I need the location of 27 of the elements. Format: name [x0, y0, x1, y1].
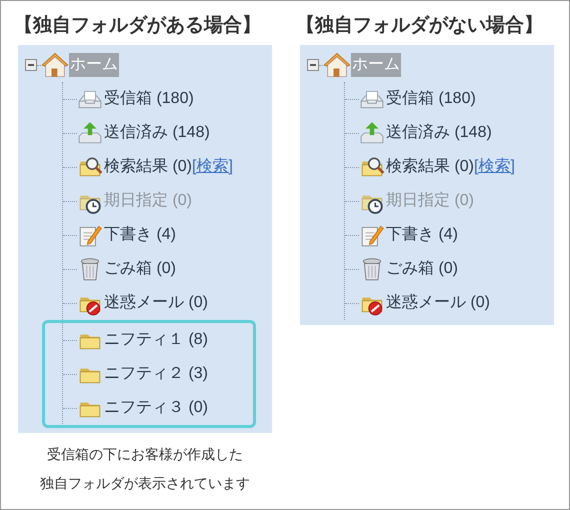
collapse-icon[interactable]: [25, 59, 37, 71]
panel-title: 【独自フォルダがない場合】: [296, 14, 544, 38]
folder-label[interactable]: 検索結果 (0): [104, 155, 192, 179]
folder-label[interactable]: 下書き (4): [104, 223, 176, 247]
caption-text: 独自フォルダが表示されています: [40, 474, 250, 493]
house-icon: [323, 51, 351, 79]
folder-label[interactable]: 受信箱 (180): [386, 87, 476, 111]
folder-label[interactable]: ニフティ２ (3): [104, 362, 208, 386]
folder-label[interactable]: 検索結果 (0): [386, 155, 474, 179]
folder-label[interactable]: 下書き (4): [386, 223, 458, 247]
search-link[interactable]: [検索]: [474, 155, 515, 179]
folder-label[interactable]: 迷惑メール (0): [104, 291, 208, 315]
folder-label[interactable]: 送信済み (148): [386, 121, 492, 145]
folder-label[interactable]: 送信済み (148): [104, 121, 210, 145]
outbox-tray-icon: [77, 120, 103, 146]
folder-label[interactable]: 受信箱 (180): [104, 87, 194, 111]
folder-label[interactable]: ごみ箱 (0): [104, 257, 176, 281]
panel-title: 【独自フォルダがある場合】: [14, 14, 262, 38]
folder-label[interactable]: 迷惑メール (0): [386, 291, 490, 315]
folder-label[interactable]: ニフティ３ (0): [104, 396, 208, 420]
outbox-tray-icon: [359, 120, 385, 146]
search-link[interactable]: [検索]: [192, 155, 233, 179]
collapse-icon[interactable]: [307, 59, 319, 71]
folder-label[interactable]: ごみ箱 (0): [386, 257, 458, 281]
caption-text: 受信箱の下にお客様が作成した: [47, 445, 243, 464]
folder-label[interactable]: ニフティ１ (8): [104, 328, 208, 352]
house-icon: [41, 51, 69, 79]
